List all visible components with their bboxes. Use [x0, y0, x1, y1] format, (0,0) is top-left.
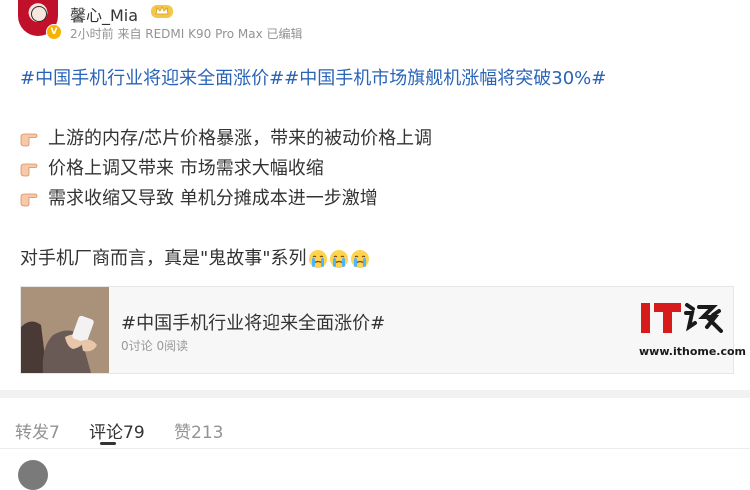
topic-links[interactable]: #中国手机行业将迎来全面涨价##中国手机市场旗舰机涨幅将突破30%# [20, 64, 730, 94]
post-header: V 馨心_Mia 2小时前 来自 REDMI K90 Pro Max 已编辑 [0, 0, 750, 56]
list-item: 价格上调又带来 市场需求大幅收缩 [20, 154, 730, 184]
topic-card[interactable]: #中国手机行业将迎来全面涨价# 0讨论 0阅读 www.ithome.com [20, 286, 746, 374]
card-stats: 0讨论 0阅读 [121, 339, 189, 353]
pointing-hand-icon [20, 133, 38, 147]
tab-reposts[interactable]: 转发7 [15, 418, 60, 443]
list-item: 上游的内存/芯片价格暴涨，带来的被动价格上调 [20, 124, 730, 154]
pointing-hand-icon [20, 193, 38, 207]
tab-comments[interactable]: 评论79 [89, 418, 145, 443]
interaction-tabs: 转发7 评论79 赞213 [0, 390, 750, 446]
bullet-text: 上游的内存/芯片价格暴涨，带来的被动价格上调 [48, 128, 433, 149]
avatar-face [31, 6, 47, 22]
divider [0, 448, 750, 449]
post-body: #中国手机行业将迎来全面涨价##中国手机市场旗舰机涨幅将突破30%# 上游的内存… [20, 64, 730, 274]
closing-text: 对手机厂商而言，真是"鬼故事"系列 [20, 248, 307, 269]
crying-face-icon [308, 250, 327, 268]
crying-face-icon [329, 250, 348, 268]
active-tab-indicator [100, 442, 116, 445]
comment-avatar[interactable] [18, 460, 48, 490]
card-title[interactable]: #中国手机行业将迎来全面涨价# [121, 309, 385, 335]
list-item: 需求收缩又导致 单机分摊成本进一步激增 [20, 184, 730, 214]
crying-face-icon [350, 250, 369, 268]
card-logo-url: www.ithome.com [639, 345, 747, 358]
card-thumbnail-image [21, 287, 109, 373]
bullet-text: 价格上调又带来 市场需求大幅收缩 [48, 158, 324, 179]
pointing-hand-icon [20, 163, 38, 177]
tab-likes[interactable]: 赞213 [174, 418, 223, 443]
post-meta: 2小时前 来自 REDMI K90 Pro Max 已编辑 [70, 27, 303, 41]
verified-badge-icon: V [46, 24, 62, 40]
bullet-text: 需求收缩又导致 单机分摊成本进一步激增 [48, 188, 378, 209]
username[interactable]: 馨心_Mia [70, 2, 138, 26]
closing-line: 对手机厂商而言，真是"鬼故事"系列 [20, 244, 730, 274]
crown-vip-icon [151, 5, 173, 18]
